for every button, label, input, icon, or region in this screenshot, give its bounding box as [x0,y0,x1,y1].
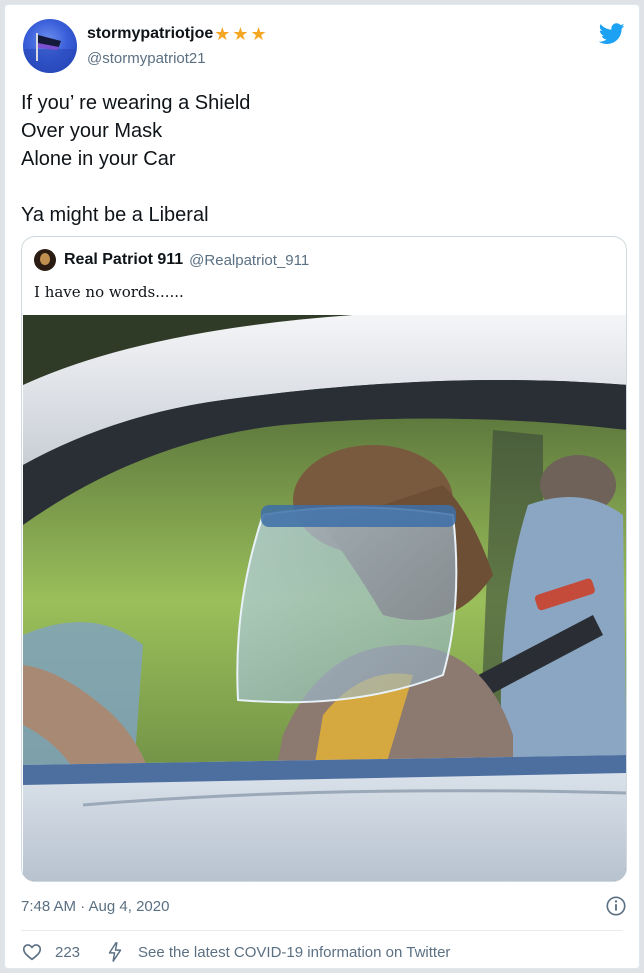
star-icon: ★ [250,24,267,44]
tweet-header: stormypatriotjoe ★ ★ ★ @stormypatriot21 [21,17,627,77]
photo-person-in-car [23,315,626,881]
quoted-author-name[interactable]: Real Patriot 911 [64,251,183,269]
tweet-line: Alone in your Car [21,148,176,170]
tweet-line: If you’ re wearing a Shield [21,92,251,114]
tweet-footer: 223 See the latest COVID-19 information … [21,941,450,963]
author-handle[interactable]: @stormypatriot21 [87,50,206,67]
footer-divider [21,930,623,931]
tweet-line: Ya might be a Liberal [21,204,209,226]
tweet-timestamp[interactable]: 7:48 AM · Aug 4, 2020 [21,898,169,915]
author-name-row: stormypatriotjoe ★ ★ ★ [87,25,269,43]
like-count[interactable]: 223 [55,944,80,961]
line-spacer [21,173,250,201]
tweet-line: Over your Mask [21,120,163,142]
info-icon[interactable] [605,895,627,917]
twitter-bird-icon[interactable] [599,23,625,45]
star-badges: ★ ★ ★ [214,25,268,43]
quoted-author-avatar[interactable] [34,249,56,271]
author-avatar[interactable] [23,19,77,73]
quoted-tweet[interactable]: Real Patriot 911 @Realpatriot_911 I have… [21,236,627,882]
heart-icon[interactable] [21,941,43,963]
tweet-body: If you’ re wearing a Shield Over your Ma… [21,89,250,229]
lightning-bolt-icon [108,942,122,962]
flag-avatar-icon [23,33,77,73]
quoted-tweet-header: Real Patriot 911 @Realpatriot_911 [34,249,309,271]
quoted-tweet-photo[interactable] [23,315,626,881]
author-display-name[interactable]: stormypatriotjoe [87,25,213,43]
tweet-card: stormypatriotjoe ★ ★ ★ @stormypatriot21 … [4,4,640,969]
quoted-tweet-text: I have no words...... [34,283,184,301]
covid-info-link[interactable]: See the latest COVID-19 information on T… [138,944,450,961]
quoted-author-handle[interactable]: @Realpatriot_911 [189,252,309,269]
star-icon: ★ [214,24,231,44]
star-icon: ★ [232,24,249,44]
